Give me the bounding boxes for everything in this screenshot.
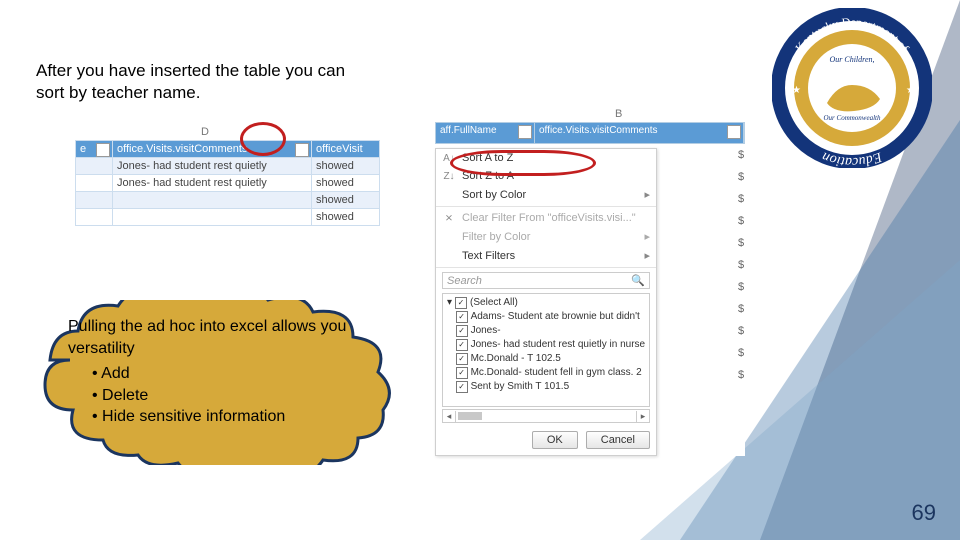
checklist-item[interactable]: ✓Jones- had student rest quietly in nurs… xyxy=(447,338,647,352)
menu-separator xyxy=(436,206,656,207)
checkbox-icon[interactable]: ✓ xyxy=(456,339,468,351)
page-number: 69 xyxy=(912,500,936,526)
table-cell: Jones- had student rest quietly xyxy=(113,175,312,192)
cancel-button[interactable]: Cancel xyxy=(586,431,650,449)
filter-menu-buttons: OK Cancel xyxy=(436,425,656,455)
checkbox-icon[interactable]: ✓ xyxy=(455,297,467,309)
chevron-right-icon: ▸ xyxy=(644,230,650,243)
chevron-right-icon: ▸ xyxy=(644,188,650,201)
checklist-label: Jones- had student rest quietly in nurse xyxy=(471,338,646,352)
header-cell: office.Visits.visitComments xyxy=(117,143,247,155)
seal-inner-top: Our Children, xyxy=(829,55,874,64)
callout-item: Add xyxy=(92,363,388,385)
filter-dropdown-icon[interactable] xyxy=(96,143,110,157)
checkbox-icon[interactable]: ✓ xyxy=(456,381,468,393)
horizontal-scrollbar[interactable]: ◂ ▸ xyxy=(442,409,650,423)
table-cell: showed xyxy=(312,209,380,226)
checklist-item[interactable]: ✓Mc.Donald- student fell in gym class. 2 xyxy=(447,366,647,380)
column-letter: D xyxy=(185,126,225,140)
callout-lead: Pulling the ad hoc into excel allows you… xyxy=(68,316,388,359)
svg-text:★: ★ xyxy=(906,85,915,96)
column-letter: B xyxy=(615,108,622,120)
table-cell: showed xyxy=(312,158,380,175)
checkbox-icon[interactable]: ✓ xyxy=(456,325,468,337)
menu-text-filters[interactable]: Text Filters ▸ xyxy=(436,246,656,265)
checklist-label: Mc.Donald - T 102.5 xyxy=(471,352,561,366)
menu-label: Clear Filter From "officeVisits.visi..." xyxy=(462,212,636,224)
excel-header-row: aff.FullName office.Visits.visitComments xyxy=(435,122,745,144)
checklist-item[interactable]: ✓Sent by Smith T 101.5 xyxy=(447,380,647,394)
checklist-label: Sent by Smith T 101.5 xyxy=(471,380,570,394)
table-cell xyxy=(113,192,312,209)
checklist-label: Jones- xyxy=(471,324,501,338)
chevron-right-icon: ▸ xyxy=(644,249,650,262)
ok-button[interactable]: OK xyxy=(532,431,578,449)
currency-column-hint: $$$$$$$$$$$ xyxy=(738,144,744,386)
checkbox-icon[interactable]: ✓ xyxy=(456,367,468,379)
search-icon: 🔍 xyxy=(631,274,645,287)
table-cell: showed xyxy=(312,175,380,192)
excel-table-left: e office.Visits.visitComments officeVisi… xyxy=(75,140,380,226)
filter-dropdown-icon[interactable] xyxy=(518,125,532,139)
filter-checklist[interactable]: ▾✓(Select All) ✓Adams- Student ate brown… xyxy=(442,293,650,407)
filter-dropdown-icon[interactable] xyxy=(295,143,309,157)
annotation-circle xyxy=(240,122,286,156)
checklist-label: (Select All) xyxy=(470,296,518,310)
menu-label: Text Filters xyxy=(462,250,515,262)
menu-label: Sort by Color xyxy=(462,189,526,201)
table-cell: showed xyxy=(312,192,380,209)
excel-screenshot-left: D e office.Visits.visitComments officeVi… xyxy=(75,126,380,226)
filter-menu: A↓Sort A to Z Z↓Sort Z to A Sort by Colo… xyxy=(435,148,657,456)
clear-filter-icon: ⨯ xyxy=(442,213,456,224)
callout-text: Pulling the ad hoc into excel allows you… xyxy=(68,316,388,428)
menu-label: Filter by Color xyxy=(462,231,530,243)
slide: Kentucky Department of Education Our Chi… xyxy=(0,0,960,540)
table-cell: Jones- had student rest quietly xyxy=(113,158,312,175)
header-cell: office.Visits.visitComments xyxy=(539,125,658,136)
sort-za-icon: Z↓ xyxy=(442,171,456,182)
filter-search-box[interactable]: Search 🔍 xyxy=(442,272,650,289)
header-cell: officeVisit xyxy=(316,143,363,155)
table-cell xyxy=(76,175,113,192)
checklist-item[interactable]: ✓Adams- Student ate brownie but didn't xyxy=(447,310,647,324)
scroll-thumb[interactable] xyxy=(458,412,482,420)
checklist-item[interactable]: ✓Jones- xyxy=(447,324,647,338)
checklist-item[interactable]: ▾✓(Select All) xyxy=(447,296,647,310)
checklist-item[interactable]: ✓Mc.Donald - T 102.5 xyxy=(447,352,647,366)
checklist-label: Adams- Student ate brownie but didn't xyxy=(471,310,640,324)
table-cell xyxy=(113,209,312,226)
callout-item: Hide sensitive information xyxy=(92,406,388,428)
checkbox-icon[interactable]: ✓ xyxy=(456,311,468,323)
table-cell xyxy=(76,192,113,209)
header-cell: aff.FullName xyxy=(440,125,497,136)
search-placeholder: Search xyxy=(447,275,482,287)
table-cell xyxy=(76,158,113,175)
seal-inner-bottom: Our Commonwealth xyxy=(824,114,881,122)
menu-filter-color: Filter by Color ▸ xyxy=(436,227,656,246)
scroll-right-icon[interactable]: ▸ xyxy=(636,411,649,422)
menu-sort-color[interactable]: Sort by Color ▸ xyxy=(436,185,656,204)
annotation-oval xyxy=(450,150,596,176)
menu-separator xyxy=(436,267,656,268)
callout-item: Delete xyxy=(92,385,388,407)
table-cell xyxy=(76,209,113,226)
menu-clear-filter: ⨯ Clear Filter From "officeVisits.visi...… xyxy=(436,209,656,227)
checklist-label: Mc.Donald- student fell in gym class. 2 xyxy=(471,366,642,380)
kde-seal: Kentucky Department of Education Our Chi… xyxy=(772,8,932,168)
header-cell: e xyxy=(80,143,86,155)
scroll-left-icon[interactable]: ◂ xyxy=(443,411,456,422)
svg-text:★: ★ xyxy=(792,85,801,96)
intro-text: After you have inserted the table you ca… xyxy=(36,60,376,104)
filter-dropdown-icon[interactable] xyxy=(727,125,741,139)
tree-toggle-icon[interactable]: ▾ xyxy=(447,296,452,310)
callout-cloud: Pulling the ad hoc into excel allows you… xyxy=(40,300,410,465)
checkbox-icon[interactable]: ✓ xyxy=(456,353,468,365)
